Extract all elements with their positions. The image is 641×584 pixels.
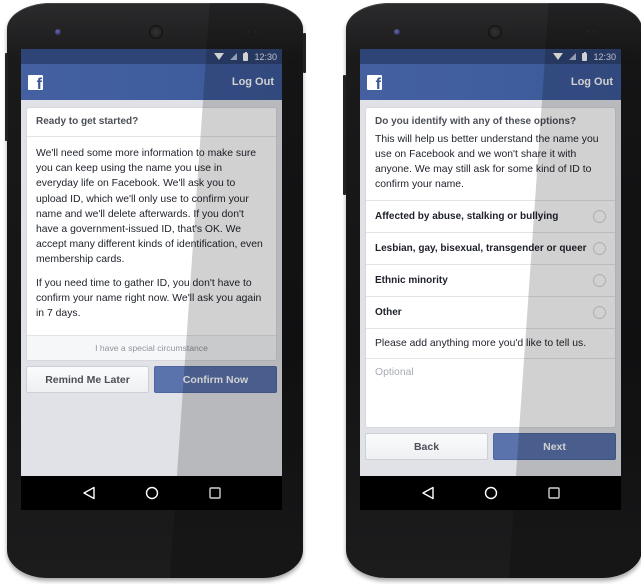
home-icon[interactable]: [145, 486, 159, 500]
status-time: 12:30: [593, 51, 616, 62]
radio-button[interactable]: [593, 210, 606, 223]
option-label: Lesbian, gay, bisexual, transgender or q…: [375, 243, 587, 254]
signal-icon: [230, 53, 238, 60]
question-header: Do you identify with any of these option…: [366, 108, 615, 201]
remind-me-later-button[interactable]: Remind Me Later: [26, 366, 149, 394]
option-label: Other: [375, 307, 402, 318]
facebook-logo-glyph: f: [36, 75, 42, 90]
app-bar: f Log Out: [21, 64, 282, 100]
battery-icon: [582, 51, 588, 61]
recents-icon[interactable]: [547, 486, 561, 500]
wifi-icon: [214, 53, 225, 60]
question-title: Do you identify with any of these option…: [375, 116, 577, 127]
facebook-logo-glyph: f: [375, 75, 381, 90]
option-label: Affected by abuse, stalking or bullying: [375, 211, 559, 222]
main-content: Do you identify with any of these option…: [360, 100, 621, 460]
facebook-logo-icon[interactable]: f: [28, 74, 43, 90]
option-ethnic-minority[interactable]: Ethnic minority: [366, 265, 615, 297]
confirm-now-button[interactable]: Confirm Now: [154, 366, 277, 394]
card-title: Ready to get started?: [27, 108, 276, 137]
phone-left: 12:30 f Log Out Ready to get started? We…: [5, 3, 306, 578]
option-lgbtq[interactable]: Lesbian, gay, bisexual, transgender or q…: [366, 233, 615, 265]
radio-button[interactable]: [593, 274, 606, 287]
app-bar: f Log Out: [360, 64, 621, 100]
option-abuse[interactable]: Affected by abuse, stalking or bullying: [366, 201, 615, 233]
home-icon[interactable]: [484, 486, 498, 500]
logout-button[interactable]: Log Out: [232, 76, 274, 88]
status-bar: 12:30: [21, 49, 282, 64]
card-paragraph: We'll need some more information to make…: [36, 148, 263, 266]
button-row: Remind Me Later Confirm Now: [26, 366, 277, 394]
earpiece-speaker: [488, 25, 502, 39]
next-button[interactable]: Next: [493, 433, 616, 460]
card-paragraph: If you need time to gather ID, you don't…: [36, 277, 262, 320]
proximity-sensor: [247, 30, 259, 34]
back-icon[interactable]: [82, 486, 96, 500]
recents-icon[interactable]: [208, 486, 222, 500]
navigation-bar: [360, 476, 621, 510]
screen-right: 12:30 f Log Out Do you identify with any…: [360, 49, 621, 510]
power-button: [343, 75, 346, 195]
power-button: [5, 53, 8, 141]
button-row: Back Next: [365, 433, 616, 460]
get-started-card: Ready to get started? We'll need some mo…: [26, 107, 277, 362]
proximity-sensor: [586, 30, 598, 34]
option-other[interactable]: Other: [366, 297, 615, 329]
front-camera: [55, 29, 61, 35]
additional-info-label: Please add anything more you'd like to t…: [366, 329, 615, 359]
identify-options-card: Do you identify with any of these option…: [365, 107, 616, 428]
additional-info-input[interactable]: [366, 359, 615, 422]
facebook-logo-icon[interactable]: f: [367, 74, 382, 90]
battery-icon: [243, 51, 249, 61]
signal-icon: [569, 53, 577, 60]
navigation-bar: [21, 476, 282, 510]
question-description: This will help us better understand the …: [375, 134, 599, 190]
front-camera: [394, 29, 400, 35]
logout-button[interactable]: Log Out: [571, 76, 613, 88]
option-label: Ethnic minority: [375, 275, 448, 286]
phone-right: 12:30 f Log Out Do you identify with any…: [343, 3, 641, 578]
volume-button: [303, 33, 306, 73]
back-icon[interactable]: [421, 486, 435, 500]
status-bar: 12:30: [360, 49, 621, 64]
status-time: 12:30: [254, 51, 277, 62]
main-content: Ready to get started? We'll need some mo…: [21, 100, 282, 394]
back-button[interactable]: Back: [365, 433, 488, 460]
special-circumstance-link[interactable]: I have a special circumstance: [27, 335, 276, 361]
radio-button[interactable]: [593, 242, 606, 255]
earpiece-speaker: [149, 25, 163, 39]
wifi-icon: [553, 53, 564, 60]
radio-button[interactable]: [593, 306, 606, 319]
screen-left: 12:30 f Log Out Ready to get started? We…: [21, 49, 282, 510]
card-body: We'll need some more information to make…: [27, 137, 276, 335]
